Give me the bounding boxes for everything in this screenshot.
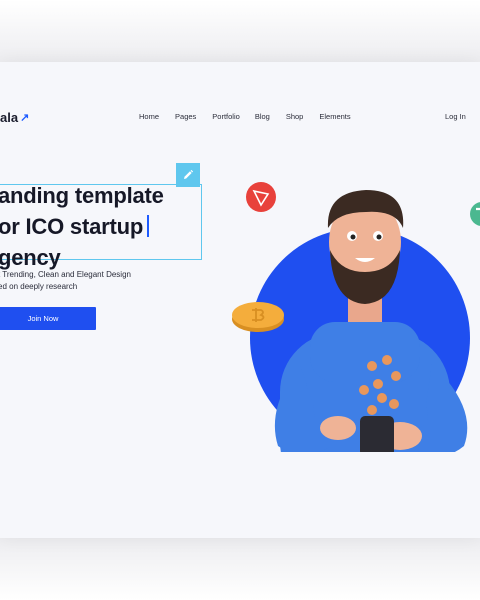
nav-item-blog[interactable]: Blog [255, 112, 270, 121]
edit-icon [184, 169, 194, 179]
nav-item-elements[interactable]: Elements [319, 112, 350, 121]
text-caret [147, 215, 149, 237]
nav-item-pages[interactable]: Pages [175, 112, 196, 121]
hero-headline: anding template or ICO startup gency [0, 180, 164, 273]
login-link[interactable]: Log In [445, 112, 466, 121]
nav-item-home[interactable]: Home [139, 112, 159, 121]
join-now-button[interactable]: Join Now [0, 307, 96, 330]
bottom-backdrop [0, 538, 480, 600]
nav-item-shop[interactable]: Shop [286, 112, 304, 121]
nav-item-portfolio[interactable]: Portfolio [212, 112, 240, 121]
hero-subtitle: t Trending, Clean and Elegant Design ed … [0, 269, 131, 293]
tether-coin-icon [470, 202, 480, 226]
phone [360, 416, 394, 452]
subtitle-line: ed on deeply research [0, 282, 78, 291]
top-backdrop [0, 0, 480, 62]
bitcoin-coin-icon [232, 302, 284, 332]
logo-text: ala [0, 110, 19, 125]
subtitle-line: t Trending, Clean and Elegant Design [0, 270, 131, 279]
brand-logo[interactable]: ala ↗ [0, 110, 29, 125]
main-nav: Home Pages Portfolio Blog Shop Elements [139, 112, 351, 121]
edit-button[interactable] [176, 163, 200, 187]
headline-line: or ICO startup [0, 214, 144, 239]
landing-page-preview: ala ↗ Home Pages Portfolio Blog Shop Ele… [0, 62, 480, 538]
headline-line: anding template [0, 183, 164, 208]
logo-arrow-icon: ↗ [20, 112, 30, 124]
tron-coin-icon [246, 182, 276, 212]
